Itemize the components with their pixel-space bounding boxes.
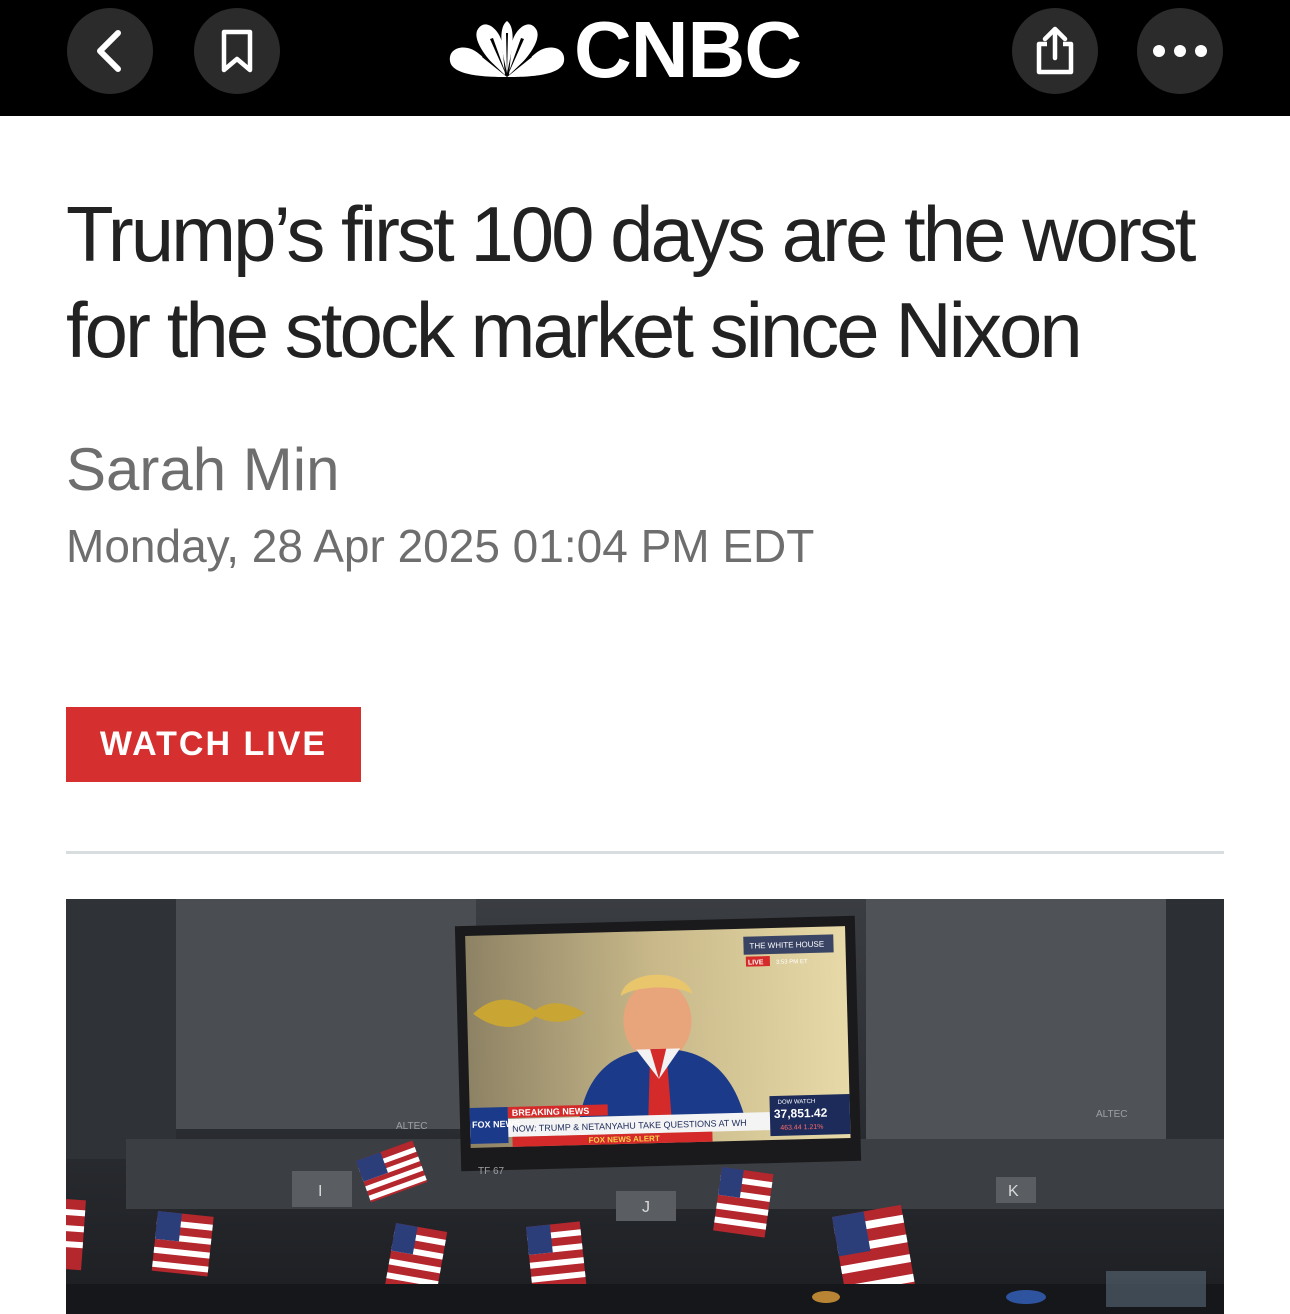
tv-live-label: LIVE: [748, 959, 764, 966]
chevron-left-icon: [97, 30, 121, 72]
tv-time: 3:53 PM ET: [776, 959, 808, 966]
post-label-k: K: [1008, 1183, 1019, 1200]
dow-label: DOW WATCH: [778, 1099, 816, 1106]
top-navigation-bar: CNBC: [0, 0, 1290, 116]
hero-image: ALTEC ALTEC THE WHITE HOUSE LIVE 3:53 PM…: [66, 899, 1224, 1314]
bookmark-button[interactable]: [194, 8, 280, 94]
alert-label: FOX NEWS ALERT: [588, 1134, 660, 1145]
trading-floor-photo: ALTEC ALTEC THE WHITE HOUSE LIVE 3:53 PM…: [66, 899, 1224, 1314]
overhead-panel: [1166, 899, 1224, 1159]
fox-news-logo: FOX NEWS: [472, 1119, 520, 1130]
breaking-news-label: BREAKING NEWS: [512, 1106, 590, 1118]
bookmark-icon: [221, 29, 253, 73]
brand-wordmark: CNBC: [574, 5, 802, 94]
altec-label-left: ALTEC: [396, 1121, 428, 1132]
back-button[interactable]: [67, 8, 153, 94]
altec-label-right: ALTEC: [1096, 1109, 1128, 1120]
article-author[interactable]: Sarah Min: [66, 434, 1224, 506]
cnbc-logo[interactable]: CNBC: [448, 5, 802, 94]
post-label-i: I: [318, 1183, 322, 1200]
peacock-icon: [449, 21, 565, 77]
post-label-tf: TF 67: [478, 1166, 505, 1177]
more-options-button[interactable]: [1137, 8, 1223, 94]
share-icon: [1036, 26, 1074, 75]
dow-change: 463.44 1.21%: [780, 1124, 823, 1132]
ellipsis-icon: [1153, 45, 1207, 57]
divider: [66, 851, 1224, 854]
watch-live-button[interactable]: WATCH LIVE: [66, 707, 361, 782]
article-headline: Trump’s first 100 days are the worst for…: [66, 190, 1196, 374]
dow-value: 37,851.42: [774, 1106, 828, 1121]
post-label-j: J: [642, 1199, 650, 1216]
overhead-panel: [866, 899, 1166, 1139]
overhead-panel: [66, 899, 176, 1159]
article-date: Monday, 28 Apr 2025 01:04 PM EDT: [66, 520, 815, 572]
share-button[interactable]: [1012, 8, 1098, 94]
article-header: Trump’s first 100 days are the worst for…: [66, 116, 1224, 854]
overhead-panel: [176, 899, 476, 1129]
